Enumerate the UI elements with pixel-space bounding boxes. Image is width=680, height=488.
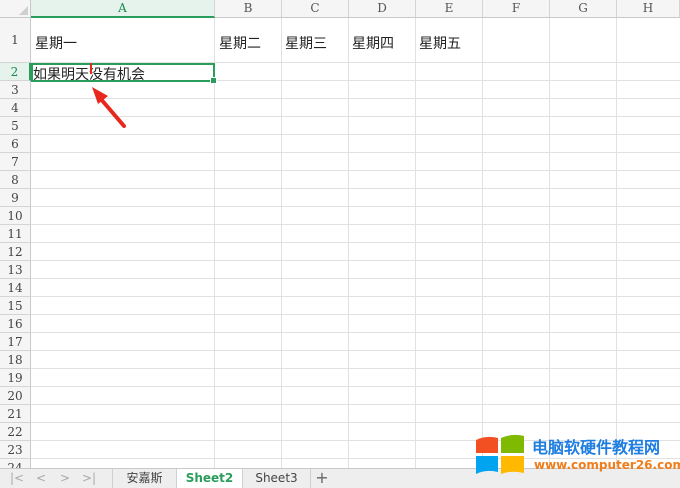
last-sheet-button[interactable]: >| (78, 470, 100, 487)
watermark: 电脑软硬件教程网 www.computer26.com (474, 430, 680, 482)
row-header-6[interactable]: 6 (0, 135, 31, 153)
row-gridline (31, 368, 680, 369)
row-gridline (31, 278, 680, 279)
row-gridline (31, 98, 680, 99)
column-gridline (616, 18, 617, 468)
row-header-11[interactable]: 11 (0, 225, 31, 243)
first-sheet-button[interactable]: |< (6, 470, 28, 487)
cell-a1[interactable]: 星期一 (35, 33, 77, 53)
row-header-3[interactable]: 3 (0, 81, 31, 99)
row-gridline (31, 386, 680, 387)
next-sheet-button[interactable]: > (54, 470, 76, 487)
row-gridline (31, 260, 680, 261)
row-gridline (31, 404, 680, 405)
row-header-13[interactable]: 13 (0, 261, 31, 279)
column-header-c[interactable]: C (282, 0, 349, 18)
column-header-a[interactable]: A (31, 0, 215, 18)
column-gridline (281, 18, 282, 468)
active-cell-selection[interactable] (31, 63, 217, 84)
select-all-corner[interactable] (0, 0, 31, 18)
row-header-17[interactable]: 17 (0, 333, 31, 351)
windows-logo-icon (476, 434, 524, 474)
row-header-18[interactable]: 18 (0, 351, 31, 369)
column-header-e[interactable]: E (416, 0, 483, 18)
sheet-tab-2[interactable]: Sheet2 (177, 469, 243, 488)
row-gridline (31, 206, 680, 207)
row-header-19[interactable]: 19 (0, 369, 31, 387)
row-header-10[interactable]: 10 (0, 207, 31, 225)
column-gridline (348, 18, 349, 468)
row-gridline (31, 242, 680, 243)
row-gridline (31, 422, 680, 423)
row-gridline (31, 152, 680, 153)
row-header-7[interactable]: 7 (0, 153, 31, 171)
column-header-d[interactable]: D (349, 0, 416, 18)
spreadsheet-grid[interactable]: A B C D E F G H 1 2 3 4 5 6 7 8 9 10 11 12 13 14 15 16 1… (0, 0, 680, 468)
row-gridline (31, 350, 680, 351)
row-header-21[interactable]: 21 (0, 405, 31, 423)
row-gridline (31, 332, 680, 333)
row-header-14[interactable]: 14 (0, 279, 31, 297)
row-header-16[interactable]: 16 (0, 315, 31, 333)
column-gridline (415, 18, 416, 468)
row-header-22[interactable]: 22 (0, 423, 31, 441)
row-header-5[interactable]: 5 (0, 117, 31, 135)
row-gridline (31, 188, 680, 189)
column-header-b[interactable]: B (215, 0, 282, 18)
row-gridline (31, 134, 680, 135)
row-gridline (31, 116, 680, 117)
row-gridline (31, 170, 680, 171)
watermark-url: www.computer26.com (534, 458, 680, 472)
column-header-g[interactable]: G (550, 0, 617, 18)
cell-d1[interactable]: 星期四 (352, 33, 394, 53)
cell-e1[interactable]: 星期五 (419, 33, 461, 53)
row-header-15[interactable]: 15 (0, 297, 31, 315)
row-header-20[interactable]: 20 (0, 387, 31, 405)
column-gridline (482, 18, 483, 468)
row-header-4[interactable]: 4 (0, 99, 31, 117)
sheet-tab-3[interactable]: Sheet3 (243, 469, 311, 488)
sheet-tab-1[interactable]: 安嘉斯 (112, 469, 177, 488)
row-header-12[interactable]: 12 (0, 243, 31, 261)
prev-sheet-button[interactable]: < (30, 470, 52, 487)
row-gridline (31, 314, 680, 315)
row-header-1[interactable]: 1 (0, 18, 31, 63)
column-header-h[interactable]: H (617, 0, 680, 18)
cell-b1[interactable]: 星期二 (219, 33, 261, 53)
cell-c1[interactable]: 星期三 (285, 33, 327, 53)
row-gridline (31, 296, 680, 297)
column-gridline (549, 18, 550, 468)
column-header-f[interactable]: F (483, 0, 550, 18)
row-header-2[interactable]: 2 (0, 63, 31, 81)
add-sheet-button[interactable]: + (313, 469, 331, 488)
watermark-title: 电脑软硬件教程网 (532, 438, 661, 457)
column-gridline (214, 18, 215, 468)
row-header-9[interactable]: 9 (0, 189, 31, 207)
row-header-24[interactable]: 24 (0, 459, 31, 468)
row-header-23[interactable]: 23 (0, 441, 31, 459)
row-gridline (31, 224, 680, 225)
row-header-8[interactable]: 8 (0, 171, 31, 189)
